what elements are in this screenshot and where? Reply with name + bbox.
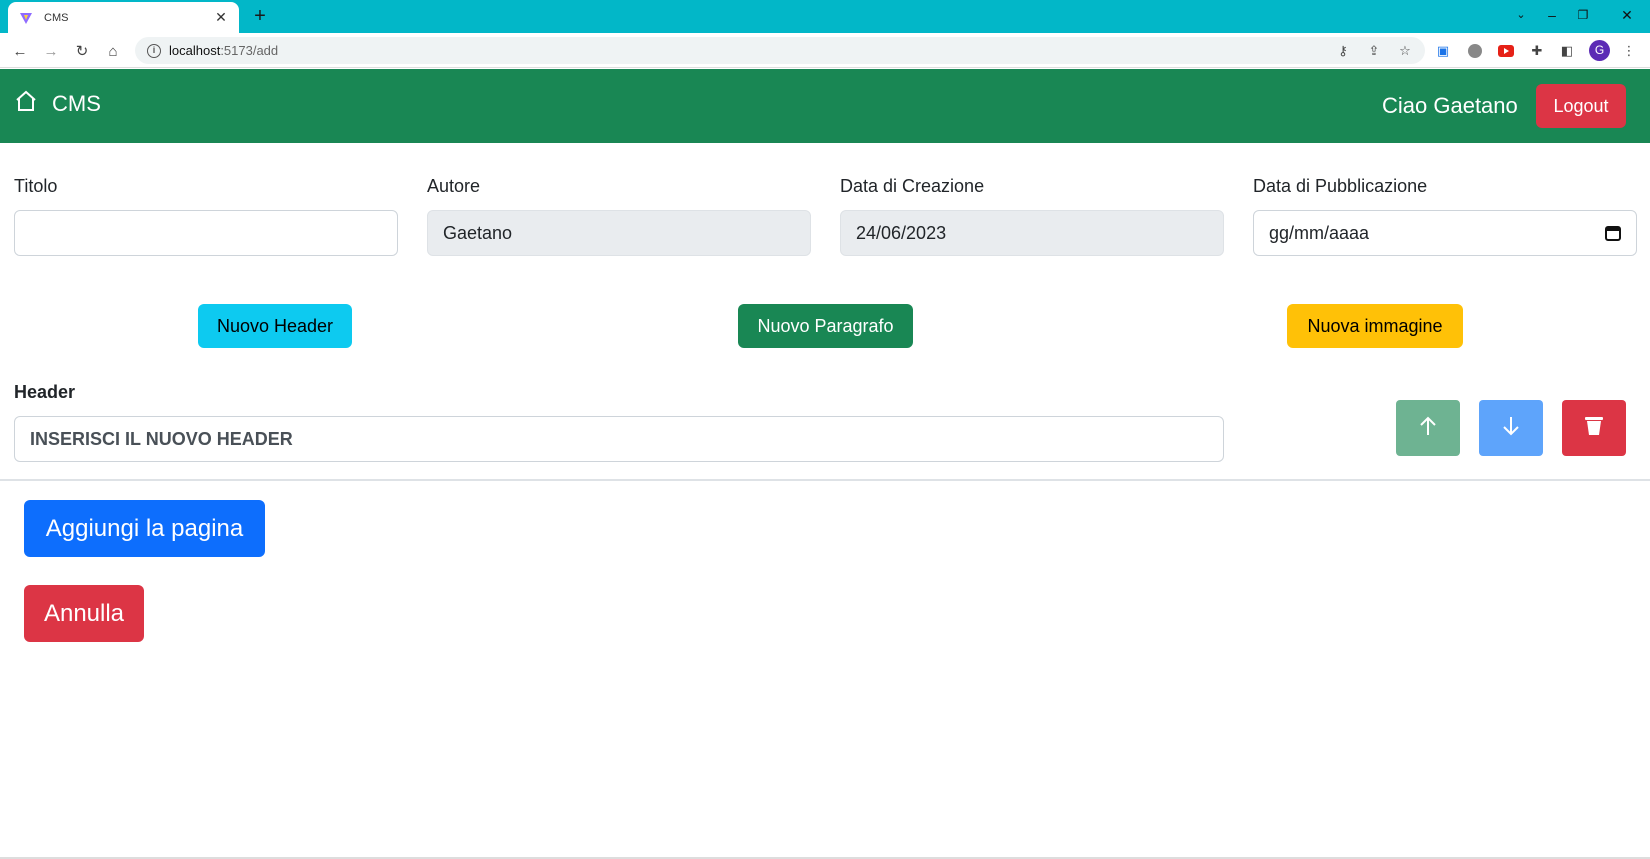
share-icon[interactable]: ⇪ — [1365, 42, 1383, 60]
brand-link[interactable]: CMS — [14, 89, 101, 118]
back-icon[interactable]: ← — [10, 41, 30, 61]
arrow-up-icon — [1418, 415, 1438, 442]
profile-avatar[interactable]: G — [1589, 40, 1610, 61]
home-icon — [14, 89, 38, 118]
arrow-down-icon — [1501, 415, 1521, 442]
bookmark-star-icon[interactable]: ☆ — [1396, 42, 1414, 60]
move-up-button[interactable] — [1396, 400, 1460, 456]
site-info-icon[interactable]: i — [147, 43, 161, 58]
app-navbar: CMS Ciao Gaetano Logout — [0, 69, 1650, 143]
tab-search-icon[interactable]: ⌄ — [1506, 4, 1536, 26]
youtube-extension-icon[interactable] — [1497, 42, 1515, 60]
titolo-label: Titolo — [14, 176, 58, 196]
data-pubblicazione-label: Data di Pubblicazione — [1253, 176, 1428, 196]
delete-block-button[interactable] — [1562, 400, 1626, 456]
reload-icon[interactable]: ↻ — [72, 41, 92, 61]
address-bar[interactable]: i localhost:5173/add — [135, 37, 1425, 64]
annulla-button[interactable]: Annulla — [24, 585, 144, 642]
brand-label: CMS — [52, 90, 101, 116]
url-path: :5173/add — [220, 43, 279, 58]
move-down-button[interactable] — [1479, 400, 1543, 456]
screenshot-extension-icon[interactable]: ▣ — [1434, 42, 1452, 60]
aggiungi-pagina-button[interactable]: Aggiungi la pagina — [24, 500, 265, 557]
nuovo-paragrafo-button[interactable]: Nuovo Paragrafo — [738, 304, 913, 348]
trash-icon — [1584, 415, 1604, 442]
new-tab-button[interactable]: + — [250, 5, 270, 27]
forward-icon[interactable]: → — [41, 41, 61, 61]
minimize-icon[interactable]: – — [1537, 4, 1567, 26]
menu-kebab-icon[interactable]: ⋮ — [1620, 42, 1638, 60]
browser-toolbar: ← → ↻ ⌂ i localhost:5173/add ⚷ ⇪ ☆ ▣ ✚ ◧… — [0, 33, 1650, 68]
nuova-immagine-button[interactable]: Nuova immagine — [1287, 304, 1463, 348]
browser-tab-strip: CMS ✕ + ⌄ – ❐ ✕ — [0, 0, 1650, 33]
home-icon[interactable]: ⌂ — [103, 41, 123, 61]
data-pubblicazione-placeholder: gg/mm/aaaa — [1269, 222, 1370, 243]
side-panel-icon[interactable]: ◧ — [1558, 42, 1576, 60]
vite-logo-icon — [18, 10, 34, 26]
header-block-input[interactable]: INSERISCI IL NUOVO HEADER — [14, 416, 1224, 462]
extensions-puzzle-icon[interactable]: ✚ — [1528, 42, 1546, 60]
tab-title: CMS — [44, 11, 69, 24]
restore-icon[interactable]: ❐ — [1568, 4, 1598, 26]
user-greeting: Ciao Gaetano — [1382, 93, 1518, 118]
adblock-extension-icon[interactable] — [1466, 42, 1484, 60]
tab-close-icon[interactable]: ✕ — [213, 9, 229, 26]
data-pubblicazione-input[interactable]: gg/mm/aaaa — [1253, 210, 1637, 256]
nuovo-header-button[interactable]: Nuovo Header — [198, 304, 352, 348]
autore-label: Autore — [427, 176, 481, 196]
logout-button[interactable]: Logout — [1536, 84, 1626, 128]
section-divider — [0, 479, 1650, 481]
url-host: localhost — [169, 43, 221, 58]
key-icon[interactable]: ⚷ — [1334, 42, 1352, 60]
autore-input[interactable]: Gaetano — [427, 210, 811, 256]
titolo-input[interactable] — [14, 210, 398, 256]
browser-tab[interactable]: CMS ✕ — [8, 2, 239, 33]
header-block-label: Header — [14, 382, 76, 402]
data-creazione-label: Data di Creazione — [840, 176, 985, 196]
data-creazione-input[interactable]: 24/06/2023 — [840, 210, 1224, 256]
calendar-icon[interactable] — [1604, 224, 1622, 242]
window-close-icon[interactable]: ✕ — [1612, 4, 1642, 26]
